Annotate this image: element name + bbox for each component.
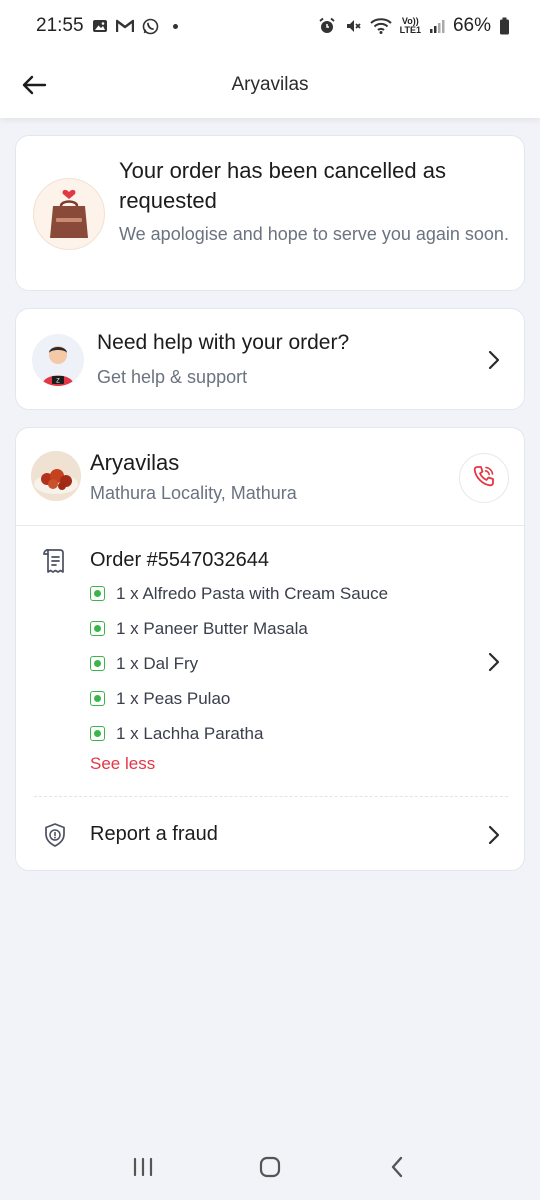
item-text: 1 x Lachha Paratha <box>116 723 264 743</box>
veg-indicator-icon <box>90 691 105 706</box>
svg-text:Z: Z <box>56 379 60 385</box>
chevron-right-icon <box>484 350 504 370</box>
list-item: 1 x Peas Pulao <box>90 681 388 716</box>
home-icon[interactable] <box>250 1147 290 1187</box>
help-title: Need help with your order? <box>97 331 350 354</box>
section-divider <box>16 525 524 526</box>
veg-indicator-icon <box>90 621 105 636</box>
veg-indicator-icon <box>90 656 105 671</box>
list-item: 1 x Dal Fry <box>90 646 388 681</box>
notification-dot <box>172 23 178 29</box>
report-fraud-link[interactable]: Report a fraud <box>90 823 218 846</box>
dashed-divider <box>34 796 508 797</box>
gallery-icon <box>92 18 108 34</box>
alarm-icon <box>318 17 336 35</box>
cancel-subtitle: We apologise and hope to serve you again… <box>119 224 509 244</box>
network-label: Vo)) LTE1 <box>399 16 421 35</box>
status-time: 21:55 <box>36 15 84 36</box>
help-subtitle: Get help & support <box>97 367 248 387</box>
back-nav-icon[interactable] <box>377 1147 417 1187</box>
status-bar: 21:55 Vo)) LTE1 66% <box>0 0 540 52</box>
restaurant-image <box>31 451 81 501</box>
restaurant-name: Aryavilas <box>90 450 180 475</box>
mute-icon <box>344 17 362 35</box>
order-cancelled-card: Your order has been cancelled as request… <box>15 135 525 291</box>
system-nav-bar <box>0 1134 540 1200</box>
app-header: Aryavilas <box>0 52 540 118</box>
wifi-icon <box>369 17 392 35</box>
help-card[interactable]: Z Need help with your order? Get help & … <box>15 308 525 410</box>
veg-indicator-icon <box>90 726 105 741</box>
list-item: 1 x Lachha Paratha <box>90 716 388 751</box>
order-details-card: Aryavilas Mathura Locality, Mathura Orde… <box>15 427 525 871</box>
battery-icon <box>499 17 510 35</box>
bag-icon <box>33 178 105 250</box>
order-number: Order #5547032644 <box>90 549 270 571</box>
recent-apps-icon[interactable] <box>123 1147 163 1187</box>
gmail-icon <box>115 19 134 33</box>
item-text: 1 x Paneer Butter Masala <box>116 618 308 638</box>
chevron-right-icon[interactable] <box>484 825 504 845</box>
whatsapp-icon <box>142 18 159 35</box>
list-item: 1 x Paneer Butter Masala <box>90 611 388 646</box>
item-text: 1 x Dal Fry <box>116 653 199 673</box>
back-arrow-icon[interactable] <box>18 69 50 101</box>
restaurant-location: Mathura Locality, Mathura <box>90 483 297 503</box>
support-agent-avatar: Z <box>32 334 84 386</box>
item-text: 1 x Peas Pulao <box>116 688 231 708</box>
shield-alert-icon <box>43 822 67 848</box>
see-less-link[interactable]: See less <box>90 754 155 774</box>
page-title: Aryavilas <box>231 74 309 95</box>
cancel-title: Your order has been cancelled as request… <box>119 158 446 213</box>
list-item: 1 x Alfredo Pasta with Cream Sauce <box>90 576 388 611</box>
battery-percent: 66% <box>452 15 491 36</box>
signal-icon <box>429 18 445 34</box>
order-items-list: 1 x Alfredo Pasta with Cream Sauce 1 x P… <box>90 576 388 751</box>
order-details-chevron-icon[interactable] <box>484 652 504 672</box>
phone-icon <box>473 465 495 492</box>
veg-indicator-icon <box>90 586 105 601</box>
call-restaurant-button[interactable] <box>459 453 509 503</box>
item-text: 1 x Alfredo Pasta with Cream Sauce <box>116 583 389 603</box>
receipt-icon <box>41 547 69 575</box>
